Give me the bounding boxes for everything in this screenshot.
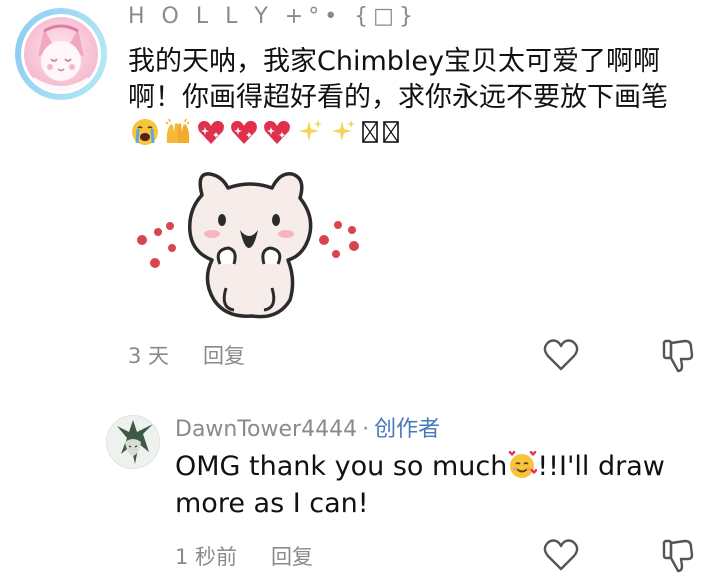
comment-meta: 3 天 回复: [128, 340, 245, 370]
like-button[interactable]: [543, 338, 579, 376]
reply-header: DawnTower4444 · 创作者: [175, 411, 440, 443]
sparkles-icon: [299, 120, 322, 141]
comment-username[interactable]: H O L L Y +°• {□}: [128, 4, 418, 29]
reply-text: OMG thank you so much !!I'll draw more a…: [175, 448, 695, 522]
comment-thread: H O L L Y +°• {□} 我的天呐，我家Chimbley宝贝太可爱了啊…: [0, 0, 720, 585]
sparkling-heart-icon: [231, 120, 257, 144]
raising-hands-icon: [165, 118, 190, 143]
avatar-inner: [21, 14, 101, 94]
emoji-row: [130, 117, 400, 147]
sparkling-heart-icon: [264, 120, 290, 144]
avatar-image: [24, 17, 98, 91]
reply-button[interactable]: 回复: [203, 340, 245, 370]
reply-like-button[interactable]: [543, 538, 579, 576]
reply-body-start: OMG thank you so much: [175, 451, 508, 482]
reply-dislike-button[interactable]: [661, 538, 695, 578]
reply-timestamp: 1 秒前: [175, 545, 238, 569]
dislike-button[interactable]: [661, 338, 695, 378]
sparkles-icon: [332, 120, 355, 141]
heart-outline-icon: [543, 339, 579, 371]
sparkling-heart-icon: [198, 120, 224, 144]
thumbs-down-icon: [662, 339, 694, 373]
thumbs-down-icon: [662, 539, 694, 573]
reply-separator: ·: [362, 417, 370, 442]
reply-reply-button[interactable]: 回复: [271, 541, 313, 571]
reply-username[interactable]: DawnTower4444: [175, 417, 357, 442]
missing-glyph-icon: [383, 121, 399, 143]
comment-body: 我的天呐，我家Chimbley宝贝太可爱了啊啊啊！你画得超好看的，求你永远不要放…: [128, 46, 668, 113]
smiling-face-with-hearts-icon: [509, 451, 538, 478]
heart-outline-icon: [543, 539, 579, 571]
avatar[interactable]: [15, 8, 107, 100]
creator-badge: 创作者: [374, 417, 441, 442]
reply-avatar[interactable]: [106, 415, 160, 469]
cat-sticker-image: [137, 172, 359, 319]
missing-glyph-icon: [362, 121, 378, 143]
reply-meta: 1 秒前 回复: [175, 541, 313, 571]
loudly-crying-face-icon: [132, 119, 158, 145]
reply-avatar-image: [107, 416, 159, 468]
comment-text: 我的天呐，我家Chimbley宝贝太可爱了啊啊啊！你画得超好看的，求你永远不要放…: [128, 44, 698, 152]
comment-timestamp: 3 天: [128, 344, 170, 368]
